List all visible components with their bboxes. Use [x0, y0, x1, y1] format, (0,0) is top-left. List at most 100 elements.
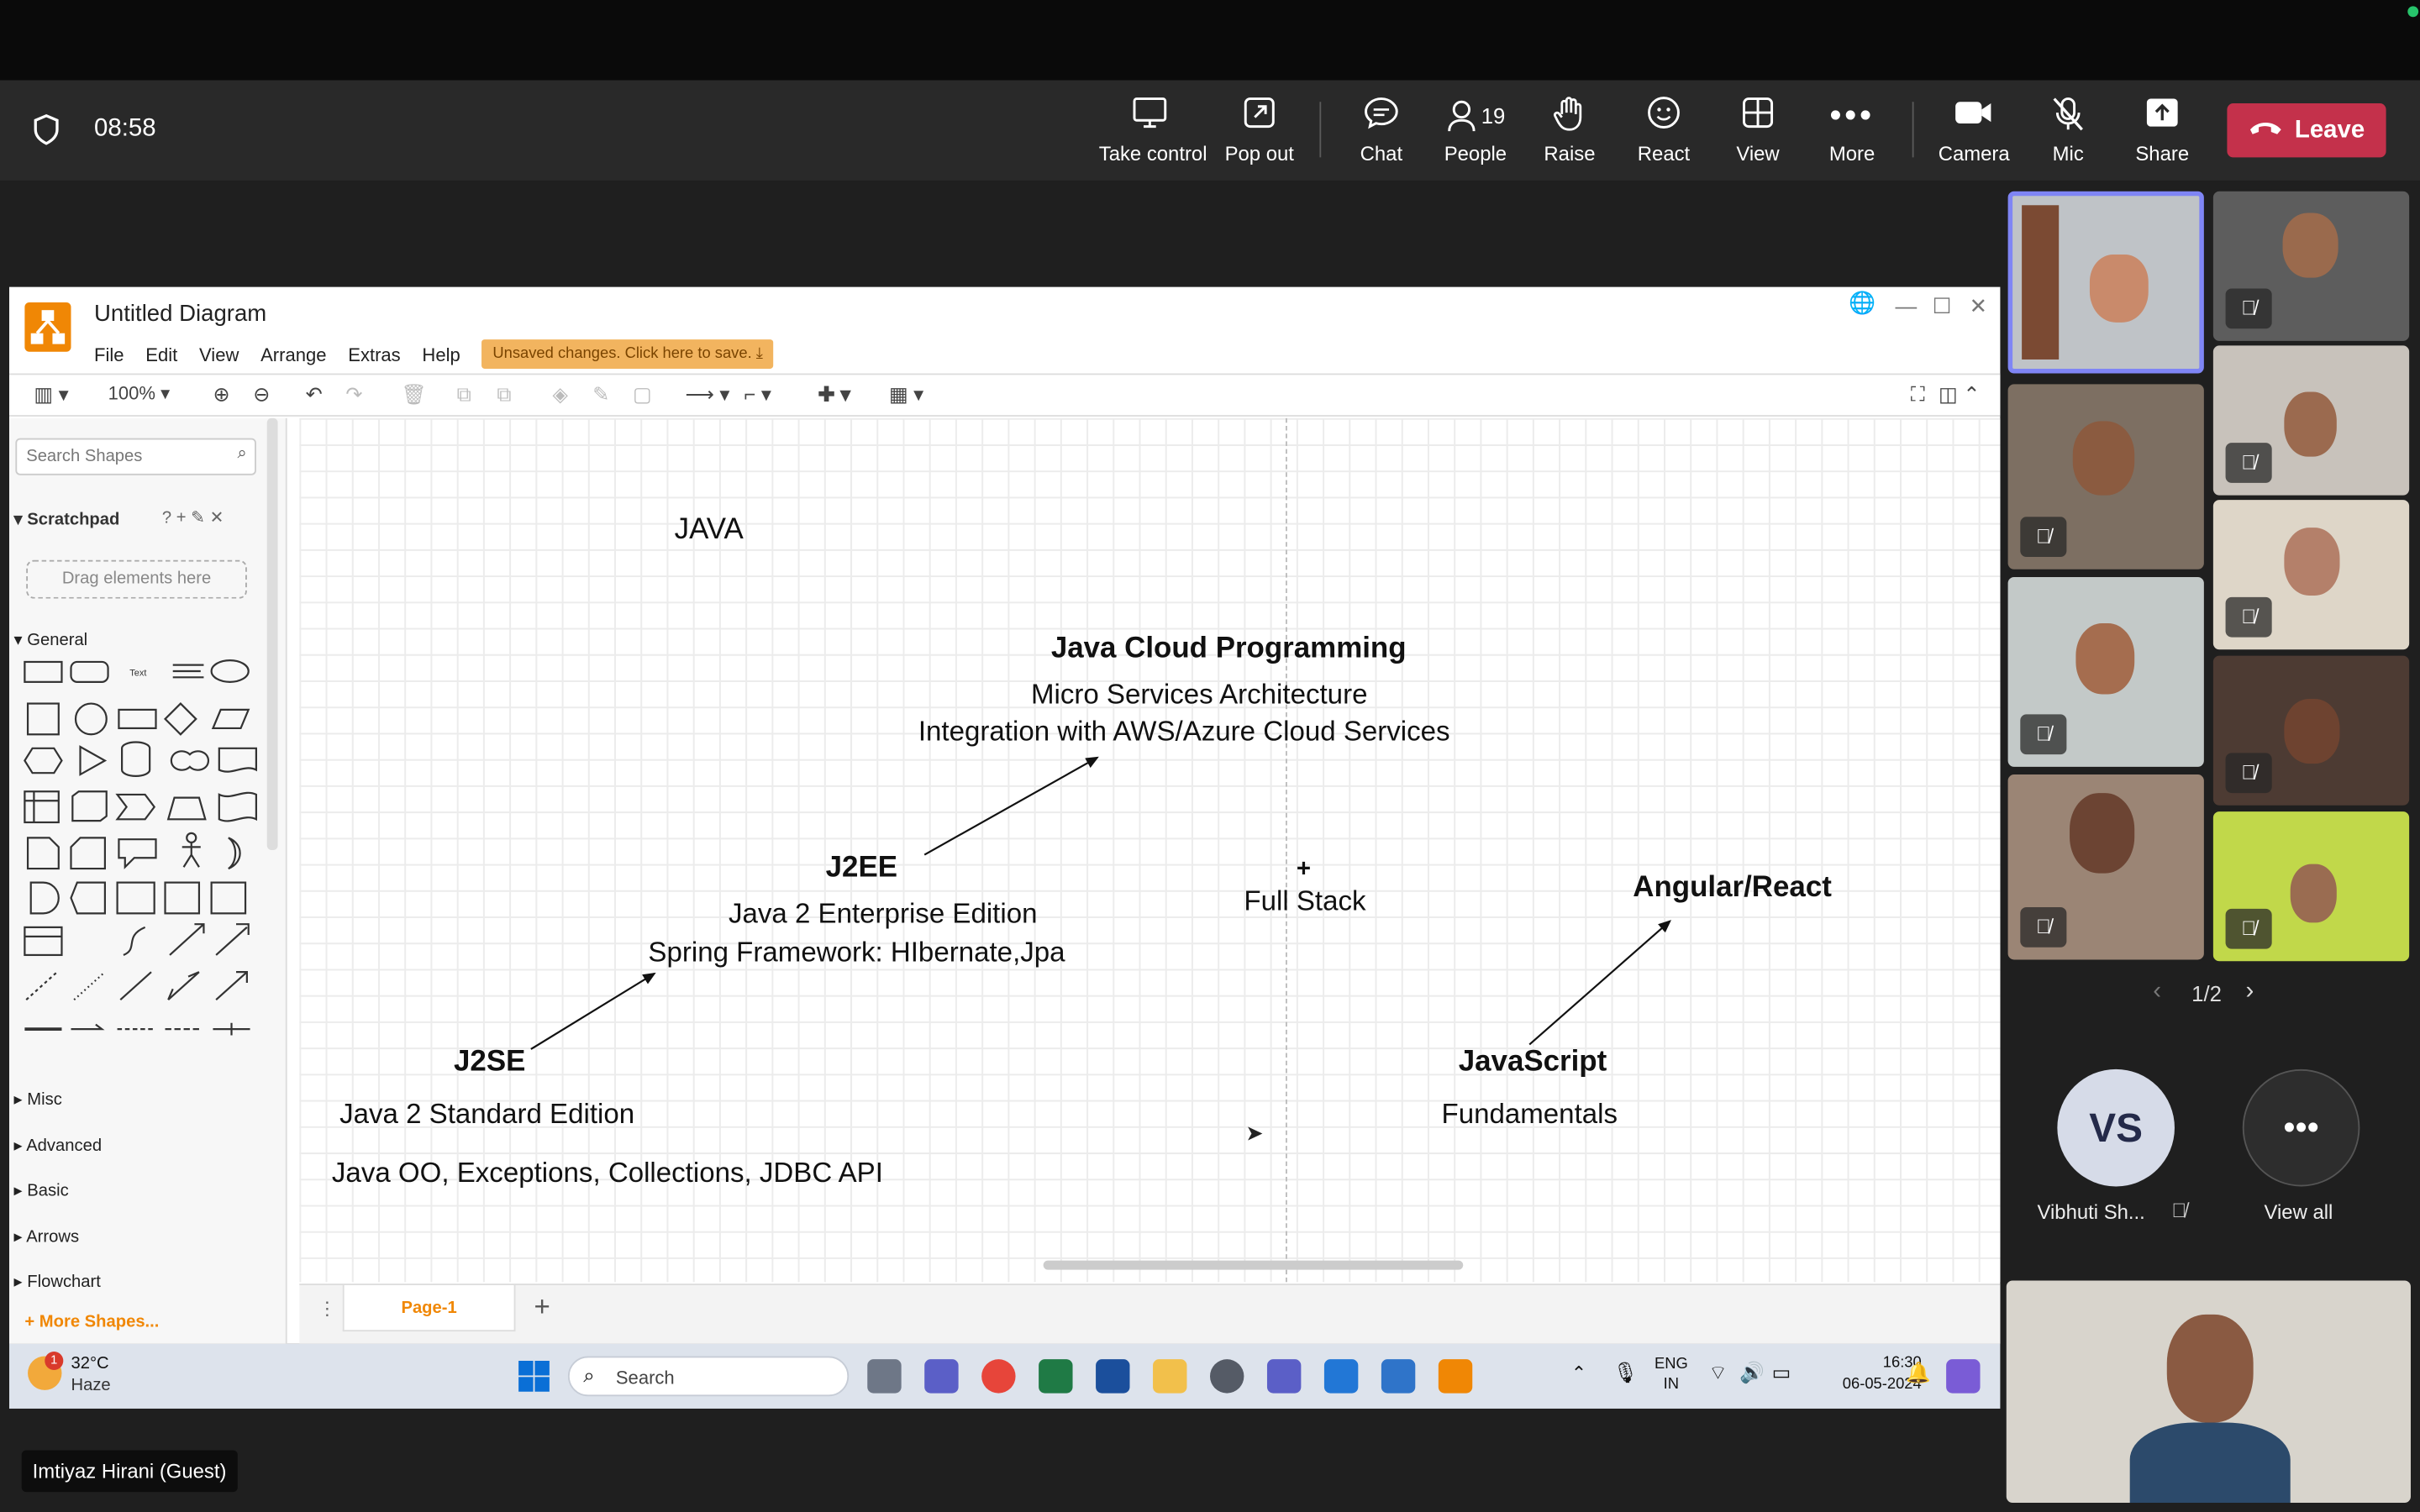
scratchpad-dropzone[interactable]: Drag elements here [26, 559, 247, 599]
diagram-title[interactable]: Untitled Diagram [94, 301, 266, 327]
fullscreen-icon[interactable]: ⛶ [1911, 383, 1925, 407]
zoom-in-icon[interactable]: ⊕ [213, 383, 229, 407]
more-shapes-button[interactable]: + More Shapes... [24, 1313, 159, 1331]
leave-button[interactable]: Leave [2227, 103, 2386, 158]
flowchart-section-header[interactable]: ▸ Flowchart [14, 1271, 101, 1291]
menu-edit[interactable]: Edit [145, 344, 177, 365]
canvas-scrollbar[interactable] [1043, 1260, 1464, 1270]
minimize-icon[interactable]: — [1896, 293, 1918, 318]
collapse-icon[interactable]: ⌃ [1963, 383, 1980, 407]
redo-icon[interactable]: ↷ [345, 383, 362, 407]
globe-icon[interactable]: 🌐 [1849, 290, 1876, 316]
shadow-icon[interactable]: ▢ [633, 383, 652, 407]
advanced-section-header[interactable]: ▸ Advanced [14, 1136, 103, 1156]
undo-icon[interactable]: ↶ [306, 383, 323, 407]
page-tab-bar: ⋮ Page-1 + [299, 1284, 2001, 1344]
participant-tile[interactable]: 🎙̸ [2007, 774, 2204, 960]
more-button[interactable]: ••• More [1802, 96, 1902, 170]
windows-start-icon[interactable] [517, 1359, 550, 1393]
participant-tile[interactable]: 🎙̸ [2212, 345, 2410, 496]
wifi-icon[interactable]: ⌔ [1708, 1361, 1727, 1385]
drawio-taskbar-icon[interactable] [1438, 1359, 1473, 1394]
pages-menu-icon[interactable]: ⋮ [318, 1298, 336, 1320]
fill-color-icon[interactable]: ◈ [553, 383, 568, 407]
take-control-button[interactable]: Take control [1099, 96, 1207, 170]
participant-tile[interactable]: 🎙̸ [2212, 191, 2410, 341]
diagram-canvas[interactable]: JAVA Java Cloud Programming Micro Servic… [299, 417, 2001, 1283]
line-color-icon[interactable]: ✎ [592, 383, 609, 407]
people-button[interactable]: 19 People [1426, 96, 1525, 170]
volume-icon[interactable]: 🔊 [1739, 1361, 1765, 1385]
shield-icon[interactable] [33, 113, 60, 145]
participant-tile[interactable]: 🎙̸ [2007, 576, 2204, 767]
close-icon[interactable]: ✕ [1970, 293, 1988, 319]
insert-icon[interactable]: ✚ ▾ [818, 383, 850, 407]
camera-button[interactable]: Camera [1924, 96, 2023, 170]
participant-tile[interactable]: 🎙̸ [2212, 655, 2410, 806]
waypoints-icon[interactable]: ⌐ ▾ [744, 383, 771, 407]
scratchpad-header[interactable]: ▾ Scratchpad [14, 509, 120, 529]
menu-help[interactable]: Help [422, 344, 460, 365]
view-button[interactable]: View [1708, 96, 1807, 170]
react-button[interactable]: React [1614, 96, 1713, 170]
tray-chevron-icon[interactable]: ⌃ [1571, 1362, 1586, 1384]
self-view-video[interactable] [2006, 1280, 2411, 1503]
general-section-header[interactable]: ▾ General [14, 629, 88, 649]
menu-extras[interactable]: Extras [348, 344, 400, 365]
zoom-select[interactable]: 100% ▾ [108, 383, 171, 405]
notification-icon[interactable]: 🔔 [1906, 1361, 1931, 1385]
taskbar-search[interactable]: ⌕ Search [567, 1356, 850, 1397]
unsaved-changes-button[interactable]: Unsaved changes. Click here to save. ⤓ [481, 339, 774, 369]
search-shapes-input[interactable]: Search Shapes ⌕ [15, 438, 256, 475]
next-page-icon[interactable]: › [2245, 978, 2254, 1005]
app-icon[interactable] [1096, 1359, 1130, 1394]
mic-button[interactable]: Mic [2018, 96, 2118, 170]
pop-out-button[interactable]: Pop out [1210, 96, 1309, 170]
presenter-name-chip: Imtiyaz Hirani (Guest) [21, 1450, 238, 1493]
scratchpad-tools[interactable]: ? + ✎ ✕ [162, 507, 224, 528]
basic-section-header[interactable]: ▸ Basic [14, 1180, 69, 1200]
teams-chat-icon[interactable] [924, 1359, 959, 1394]
vscode-icon[interactable] [1323, 1359, 1359, 1394]
split-icon[interactable]: ◫ [1939, 383, 1958, 407]
participant-tile[interactable]: 🎙̸ [2007, 384, 2204, 570]
teams-icon[interactable] [1266, 1359, 1302, 1394]
share-button[interactable]: Share [2112, 96, 2212, 170]
copilot-icon[interactable] [1946, 1359, 1981, 1394]
to-front-icon[interactable]: ⧉ [457, 383, 471, 407]
view-all-button[interactable]: ••• [2242, 1068, 2360, 1187]
zoom-out-icon[interactable]: ⊖ [253, 383, 270, 407]
obs-icon[interactable] [1210, 1359, 1244, 1394]
misc-section-header[interactable]: ▸ Misc [14, 1089, 62, 1110]
table-icon[interactable]: ▦ ▾ [889, 383, 923, 407]
delete-icon[interactable]: 🗑 [402, 383, 427, 407]
to-back-icon[interactable]: ⧉ [497, 383, 511, 407]
arrows-section-header[interactable]: ▸ Arrows [14, 1226, 80, 1247]
participant-avatar[interactable]: VS [2057, 1068, 2175, 1187]
language-indicator[interactable]: ENG IN [1655, 1355, 1688, 1395]
sidebar-scrollbar[interactable] [266, 417, 278, 851]
menu-file[interactable]: File [94, 344, 124, 365]
participant-tile[interactable]: 🎙̸ [2212, 500, 2410, 650]
participant-tile[interactable]: 🎙̸ [2212, 811, 2410, 962]
raise-hand-button[interactable]: Raise [1520, 96, 1619, 170]
participant-tile-active[interactable] [2007, 191, 2204, 374]
shape-palette[interactable]: Text [22, 653, 269, 1036]
battery-icon[interactable]: ▭ [1772, 1361, 1791, 1385]
view-all-label: View all [2264, 1200, 2333, 1224]
add-page-icon[interactable]: + [534, 1291, 550, 1324]
prev-page-icon[interactable]: ‹ [2153, 978, 2161, 1005]
connection-icon[interactable]: ⟶ ▾ [686, 383, 730, 407]
file-explorer-icon[interactable] [1153, 1359, 1187, 1394]
format-panel-icon[interactable]: ▥ ▾ [34, 383, 68, 407]
excel-icon[interactable] [1039, 1359, 1073, 1394]
chat-button[interactable]: Chat [1332, 96, 1431, 170]
notepad-icon[interactable] [1381, 1359, 1416, 1394]
menu-arrange[interactable]: Arrange [260, 344, 326, 365]
tray-mic-icon[interactable]: 🎙 [1612, 1361, 1638, 1385]
menu-view[interactable]: View [199, 344, 239, 365]
maximize-icon[interactable]: ☐ [1933, 293, 1952, 319]
task-view-icon[interactable] [867, 1359, 902, 1394]
chrome-icon[interactable] [981, 1359, 1016, 1394]
page-tab-1[interactable]: Page-1 [342, 1285, 516, 1332]
